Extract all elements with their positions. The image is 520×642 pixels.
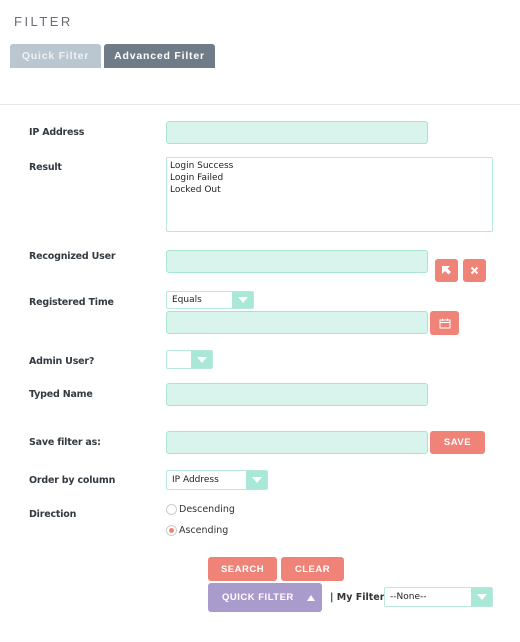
save-filter-label: Save filter as: [29, 437, 101, 448]
direction-descending-label: Descending [179, 504, 235, 515]
tab-quick-filter[interactable]: Quick Filter [10, 44, 101, 68]
order-by-value: IP Address [172, 475, 219, 485]
quick-filter-button[interactable]: QUICK FILTER [208, 583, 322, 612]
order-by-select[interactable]: IP Address [166, 470, 268, 490]
ip-address-label: IP Address [29, 127, 85, 138]
calendar-button[interactable] [430, 311, 459, 335]
registered-time-operator-value: Equals [172, 295, 202, 305]
registered-time-label: Registered Time [29, 297, 114, 308]
registered-time-operator-select[interactable]: Equals [166, 291, 254, 309]
clear-button[interactable]: CLEAR [281, 557, 344, 581]
triangle-up-icon [306, 594, 315, 601]
quick-filter-label: QUICK FILTER [222, 592, 294, 603]
typed-name-label: Typed Name [29, 389, 93, 400]
divider [0, 104, 520, 105]
tab-advanced-filter[interactable]: Advanced Filter [104, 44, 215, 68]
save-filter-input[interactable] [166, 431, 428, 454]
cursor-arrow-icon [442, 266, 451, 275]
direction-label: Direction [29, 509, 77, 520]
select-user-button[interactable] [435, 259, 458, 282]
my-filters-select[interactable]: --None-- [384, 587, 493, 607]
my-filters-value: --None-- [390, 592, 427, 602]
ip-address-input[interactable] [166, 121, 428, 144]
admin-user-select[interactable] [166, 350, 213, 369]
direction-ascending-label: Ascending [179, 525, 229, 536]
result-listbox[interactable]: Login Success Login Failed Locked Out [166, 157, 493, 232]
direction-ascending-radio[interactable]: Ascending [166, 525, 228, 536]
direction-descending-radio[interactable]: Descending [166, 504, 235, 515]
chevron-down-icon [246, 471, 267, 489]
radio-unchecked-icon [166, 504, 177, 515]
order-by-label: Order by column [29, 475, 116, 486]
page-title: FILTER [14, 14, 73, 29]
recognized-user-input[interactable] [166, 250, 428, 273]
registered-time-input[interactable] [166, 311, 428, 334]
close-icon [470, 266, 479, 275]
result-option[interactable]: Login Success [170, 160, 489, 172]
admin-user-label: Admin User? [29, 356, 95, 367]
recognized-user-label: Recognized User [29, 251, 116, 262]
chevron-down-icon [471, 588, 492, 606]
chevron-down-icon [232, 292, 253, 308]
result-label: Result [29, 162, 62, 173]
calendar-icon [439, 318, 450, 328]
chevron-down-icon [191, 351, 212, 368]
clear-user-button[interactable] [463, 259, 486, 282]
result-option[interactable]: Locked Out [170, 184, 489, 196]
radio-checked-icon [166, 525, 177, 536]
my-filters-label: | My Filters [330, 592, 391, 603]
result-option[interactable]: Login Failed [170, 172, 489, 184]
typed-name-input[interactable] [166, 383, 428, 406]
save-button[interactable]: SAVE [430, 431, 485, 454]
search-button[interactable]: SEARCH [208, 557, 277, 581]
